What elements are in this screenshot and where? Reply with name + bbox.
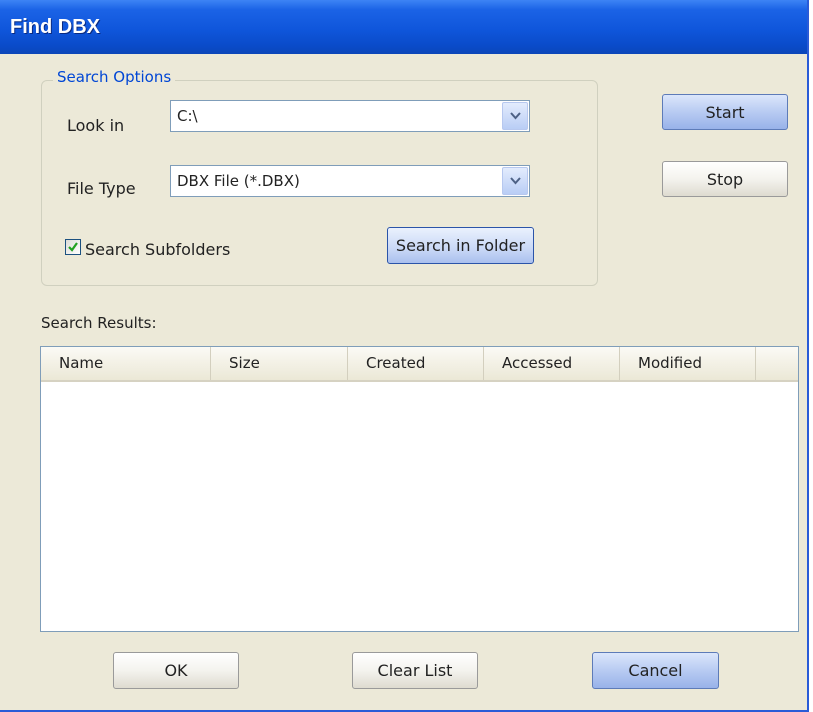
- stop-button[interactable]: Stop: [662, 161, 788, 197]
- clear-list-label: Clear List: [377, 661, 453, 680]
- results-header: Name Size Created Accessed Modified: [41, 347, 798, 382]
- file-type-value: DBX File (*.DBX): [177, 172, 300, 190]
- stop-label: Stop: [706, 169, 744, 189]
- clear-list-button[interactable]: Clear List: [352, 652, 478, 689]
- look-in-dropdown[interactable]: C:\: [170, 100, 530, 132]
- start-label: Start: [705, 102, 745, 122]
- file-type-dropdown-button[interactable]: [502, 167, 528, 195]
- ok-button[interactable]: OK: [113, 652, 239, 689]
- chevron-down-icon: [510, 112, 521, 120]
- find-dbx-dialog: Find DBX Search Options Look in C:\ File…: [0, 0, 809, 712]
- column-header-modified[interactable]: Modified: [620, 347, 756, 380]
- search-subfolders-label[interactable]: Search Subfolders: [85, 240, 230, 259]
- search-options-legend: Search Options: [53, 68, 176, 86]
- cancel-button[interactable]: Cancel: [592, 652, 719, 689]
- ok-label: OK: [164, 661, 188, 680]
- column-header-name[interactable]: Name: [41, 347, 211, 380]
- start-button[interactable]: Start: [662, 94, 788, 130]
- chevron-down-icon: [510, 177, 521, 185]
- search-results-label: Search Results:: [41, 314, 157, 332]
- look-in-value: C:\: [177, 107, 198, 125]
- search-results-list[interactable]: Name Size Created Accessed Modified: [40, 346, 799, 632]
- column-header-accessed[interactable]: Accessed: [484, 347, 620, 380]
- look-in-label: Look in: [67, 116, 125, 135]
- search-in-folder-label: Search in Folder: [395, 236, 526, 255]
- search-subfolders-checkbox[interactable]: [65, 239, 81, 255]
- title-bar[interactable]: Find DBX: [0, 0, 807, 54]
- column-header-created[interactable]: Created: [348, 347, 484, 380]
- search-in-folder-button[interactable]: Search in Folder: [387, 227, 534, 264]
- column-header-size[interactable]: Size: [211, 347, 348, 380]
- file-type-label: File Type: [67, 179, 136, 198]
- look-in-dropdown-button[interactable]: [502, 102, 528, 130]
- checkmark-icon: [68, 242, 78, 252]
- file-type-dropdown[interactable]: DBX File (*.DBX): [170, 165, 530, 197]
- cancel-label: Cancel: [628, 661, 683, 680]
- window-title: Find DBX: [10, 16, 100, 38]
